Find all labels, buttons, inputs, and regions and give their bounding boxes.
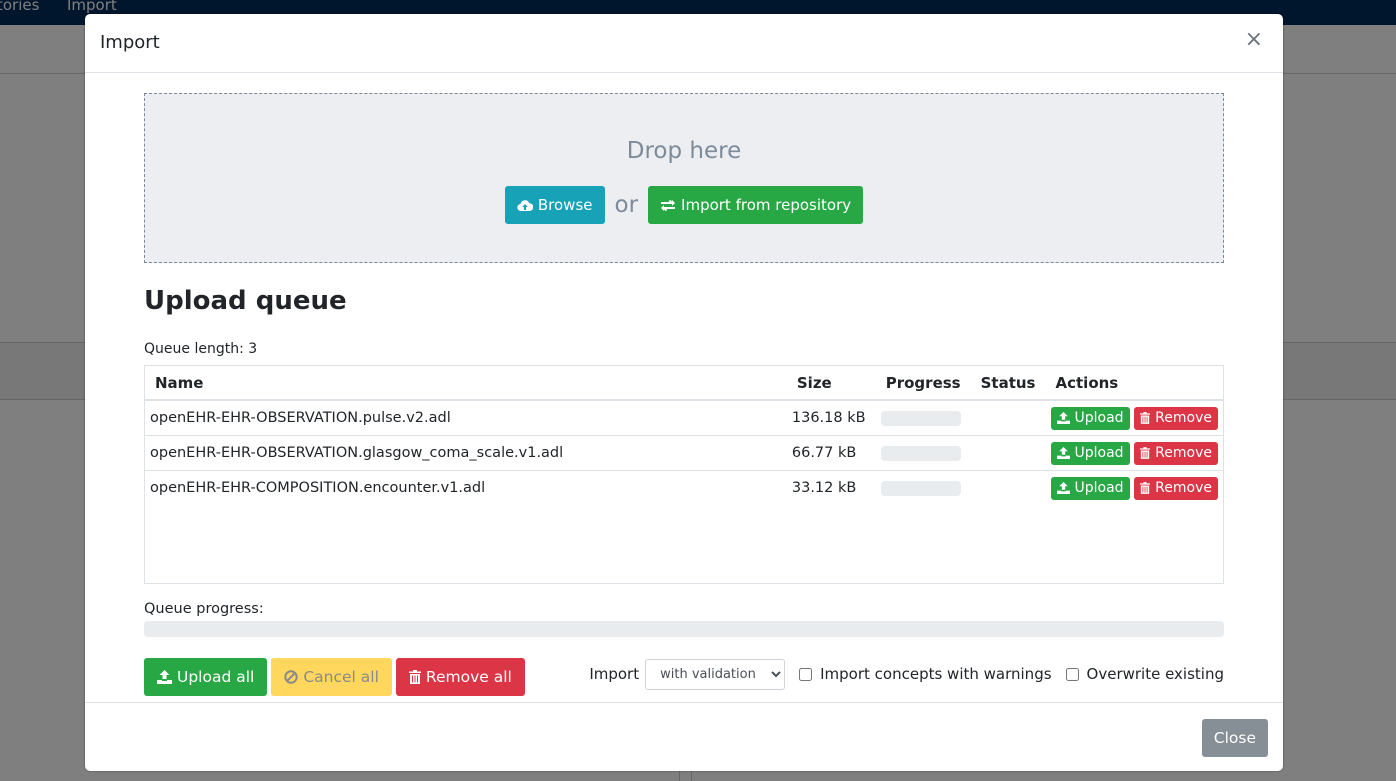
remove-all-button[interactable]: Remove all <box>395 658 525 696</box>
column-header-size: Size <box>786 366 876 401</box>
file-progress-bar <box>880 410 961 426</box>
upload-all-label: Upload all <box>177 668 255 686</box>
file-size: 66.77 kB <box>786 435 876 471</box>
upload-icon <box>1056 447 1070 459</box>
upload-queue-heading: Upload queue <box>144 286 347 316</box>
import-from-repository-label: Import from repository <box>681 196 852 214</box>
modal-body: Drop here Browse or Import from reposito… <box>85 73 1283 701</box>
import-with-warnings-label[interactable]: Import concepts with warnings <box>820 665 1051 683</box>
close-button[interactable]: Close <box>1201 719 1268 757</box>
import-with-warnings-checkbox[interactable] <box>799 667 813 681</box>
table-row: openEHR-EHR-OBSERVATION.pulse.v2.adl 136.… <box>145 400 1223 436</box>
file-progress <box>875 400 971 436</box>
column-header-progress: Progress <box>875 366 971 401</box>
modal-footer: Close <box>85 702 1283 771</box>
remove-button[interactable]: Remove <box>1134 476 1218 500</box>
browse-label: Browse <box>537 196 593 214</box>
ban-icon <box>284 670 299 684</box>
column-header-actions: Actions <box>1045 366 1223 401</box>
file-status <box>970 400 1046 436</box>
file-progress <box>875 435 971 471</box>
remove-label: Remove <box>1155 410 1212 426</box>
trash-icon <box>1140 447 1151 459</box>
table-row: openEHR-EHR-OBSERVATION.glasgow_coma_sca… <box>145 435 1223 471</box>
upload-queue-table: Name Size Progress Status Actions openEH… <box>144 365 1224 584</box>
close-icon[interactable]: × <box>1239 28 1269 52</box>
file-name: openEHR-EHR-COMPOSITION.encounter.v1.adl <box>150 480 486 496</box>
modal-header: Import × <box>85 14 1283 73</box>
drop-here-text: Drop here <box>626 138 742 164</box>
column-header-name: Name <box>145 366 787 401</box>
upload-all-button[interactable]: Upload all <box>144 658 268 696</box>
file-progress <box>876 471 971 506</box>
import-modal: Import × Drop here Browse or Import from… <box>85 14 1283 771</box>
browse-button[interactable]: Browse <box>504 186 605 224</box>
upload-icon <box>1056 482 1070 494</box>
remove-button[interactable]: Remove <box>1134 406 1218 430</box>
queue-progress-bar <box>144 621 1224 637</box>
import-mode-label: Import <box>589 665 640 683</box>
modal-title: Import <box>100 32 160 53</box>
file-progress-bar <box>880 480 961 496</box>
remove-label: Remove <box>1155 480 1212 496</box>
queue-length: Queue length: 3 <box>144 341 258 357</box>
trash-icon <box>1140 482 1151 494</box>
drop-zone[interactable]: Drop here Browse or Import from reposito… <box>144 93 1224 263</box>
import-from-repository-button[interactable]: Import from repository <box>648 186 864 224</box>
upload-label: Upload <box>1074 410 1124 426</box>
upload-icon <box>1056 412 1070 424</box>
file-name: openEHR-EHR-OBSERVATION.pulse.v2.adl <box>145 400 787 436</box>
table-header-row: Name Size Progress Status Actions <box>145 366 1223 401</box>
import-options: Import with validation Import concepts w… <box>589 658 1224 690</box>
upload-button[interactable]: Upload <box>1050 406 1130 430</box>
cancel-all-button[interactable]: Cancel all <box>271 658 392 696</box>
remove-all-label: Remove all <box>425 668 512 686</box>
file-status <box>970 435 1046 471</box>
table-row: openEHR-EHR-COMPOSITION.encounter.v1.adl… <box>145 471 1223 506</box>
upload-button[interactable]: Upload <box>1050 476 1130 500</box>
overwrite-existing-checkbox[interactable] <box>1065 667 1079 681</box>
upload-button[interactable]: Upload <box>1050 441 1130 465</box>
upload-label: Upload <box>1074 445 1124 461</box>
remove-button[interactable]: Remove <box>1134 441 1218 465</box>
queue-progress-label: Queue progress: <box>144 601 264 617</box>
cloud-upload-icon <box>517 199 533 212</box>
file-name: openEHR-EHR-OBSERVATION.glasgow_coma_sca… <box>145 435 787 471</box>
trash-icon <box>1140 412 1151 424</box>
file-actions: Upload Remove <box>1046 471 1224 506</box>
file-actions: Upload Remove <box>1045 435 1223 471</box>
trash-icon <box>408 670 421 684</box>
upload-label: Upload <box>1074 480 1124 496</box>
import-mode-select[interactable]: with validation <box>645 658 786 690</box>
overwrite-existing-label[interactable]: Overwrite existing <box>1087 665 1224 683</box>
column-header-status: Status <box>970 366 1046 401</box>
upload-icon <box>157 670 172 684</box>
or-text: or <box>614 192 639 218</box>
cancel-all-label: Cancel all <box>303 668 379 686</box>
file-status <box>971 471 1046 506</box>
file-actions: Upload Remove <box>1045 400 1223 436</box>
file-progress-bar <box>880 445 961 461</box>
file-size: 136.18 kB <box>786 400 876 436</box>
remove-label: Remove <box>1155 445 1212 461</box>
file-size: 33.12 kB <box>791 480 857 496</box>
exchange-icon <box>660 199 676 212</box>
